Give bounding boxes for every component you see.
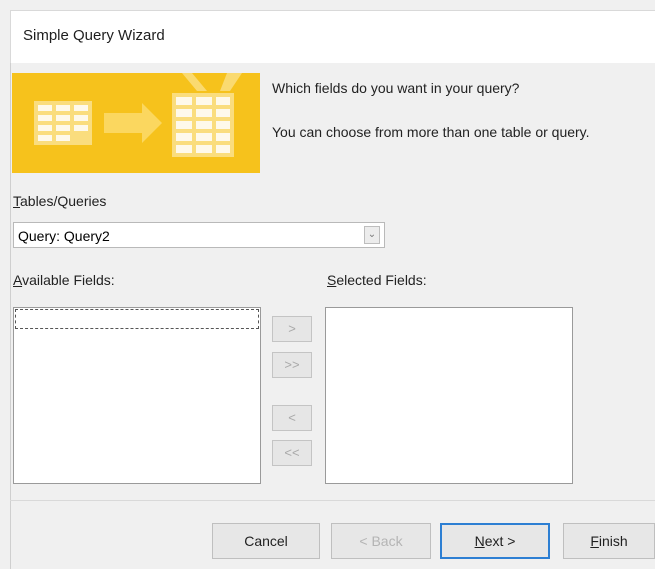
remove-field-button[interactable]: < bbox=[272, 405, 312, 431]
wizard-prompt-line-1: Which fields do you want in your query? bbox=[272, 80, 520, 96]
selected-fields-list[interactable] bbox=[325, 307, 573, 484]
finish-button[interactable]: Finish bbox=[563, 523, 655, 559]
tables-queries-select[interactable]: Query: Query2 ⌄ bbox=[13, 222, 385, 248]
next-button[interactable]: Next > bbox=[440, 523, 550, 559]
wizard-banner-image bbox=[12, 73, 260, 173]
available-fields-label: Available Fields: bbox=[13, 272, 115, 288]
list-item[interactable] bbox=[15, 309, 259, 329]
back-button[interactable]: < Back bbox=[331, 523, 431, 559]
window-title: Simple Query Wizard bbox=[23, 27, 165, 44]
add-field-button[interactable]: > bbox=[272, 316, 312, 342]
tables-queries-label: Tables/Queries bbox=[13, 193, 107, 209]
cancel-button[interactable]: Cancel bbox=[212, 523, 320, 559]
wizard-prompt-line-2: You can choose from more than one table … bbox=[272, 124, 590, 140]
tables-queries-value: Query: Query2 bbox=[18, 228, 110, 244]
selected-fields-label: Selected Fields: bbox=[327, 272, 427, 288]
add-all-fields-button[interactable]: >> bbox=[272, 352, 312, 378]
title-bar: Simple Query Wizard bbox=[10, 10, 655, 63]
query-wizard-illustration-icon bbox=[34, 73, 242, 157]
footer-divider bbox=[10, 500, 655, 501]
chevron-down-icon[interactable]: ⌄ bbox=[364, 226, 380, 244]
remove-all-fields-button[interactable]: << bbox=[272, 440, 312, 466]
available-fields-list[interactable] bbox=[13, 307, 261, 484]
